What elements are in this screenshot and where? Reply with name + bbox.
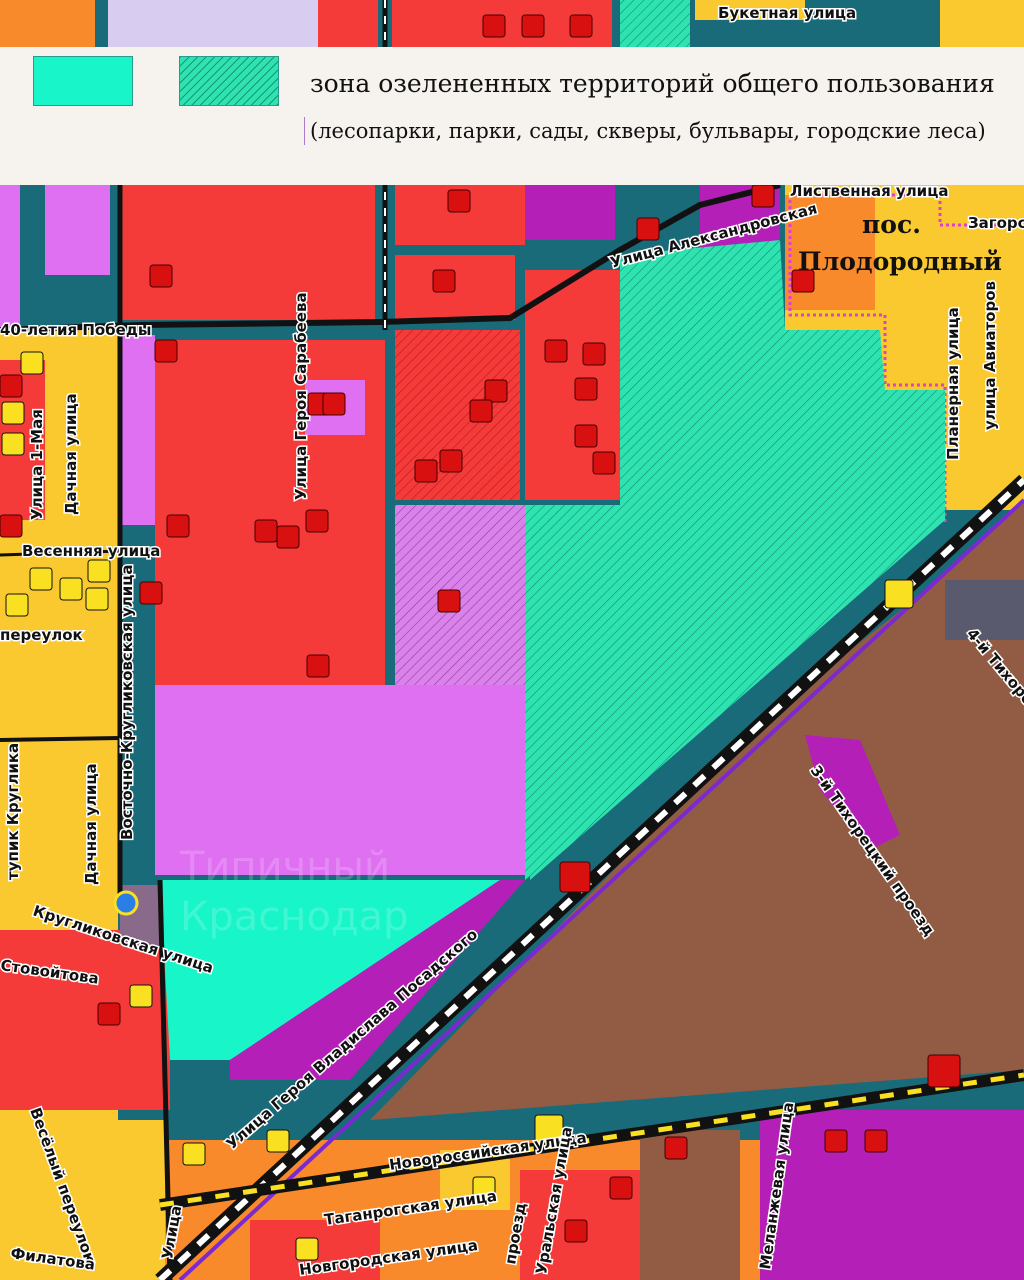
street-label: переулок — [0, 626, 83, 644]
watermark-line1: Типичный — [179, 844, 390, 890]
map-legend: зона озелененных территорий общего польз… — [0, 47, 1024, 185]
settlement-label-line1: пос. — [862, 210, 921, 239]
legend-swatch-solid — [33, 56, 133, 106]
legend-title: зона озелененных территорий общего польз… — [310, 69, 995, 98]
watermark-line2: Краснодар — [180, 894, 408, 940]
legend-swatch-hatched — [179, 56, 279, 106]
settlement-label-line2: Плодородный — [798, 247, 1002, 276]
street-label: тупик Круглика — [4, 743, 22, 880]
street-label: 40-летия Победы — [0, 321, 152, 339]
street-label: Дачная улица — [82, 763, 100, 885]
street-label: Планерная улица — [944, 307, 962, 460]
street-label: улица Авиаторов — [981, 281, 999, 430]
street-label: Дачная улица — [62, 393, 80, 515]
street-label: Загорс — [968, 214, 1024, 232]
street-label: Букетная улица — [718, 4, 856, 22]
legend-subtitle: (лесопарки, парки, сады, скверы, бульвар… — [304, 117, 986, 145]
zone-public-north — [120, 185, 375, 320]
street-label: Улица 1-Мая — [28, 409, 46, 520]
street-label: Весенняя улица — [22, 542, 160, 560]
zoning-map[interactable]: Букетная улица Лиственная улица Загорс У… — [0, 0, 1024, 1280]
street-label: Восточно-Кругликовская улица — [118, 565, 136, 840]
street-label: Улица Героя Сарабеева — [292, 292, 310, 500]
